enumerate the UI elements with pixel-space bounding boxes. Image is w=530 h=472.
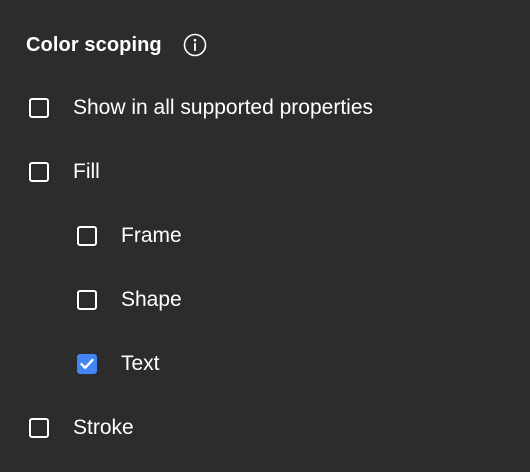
option-label: Stroke	[73, 416, 134, 439]
option-label: Text	[121, 352, 160, 375]
color-scoping-header: Color scoping	[26, 30, 207, 60]
color-scoping-panel: Color scoping Show in all supported prop…	[0, 0, 530, 472]
option-label: Fill	[73, 160, 100, 183]
checkbox[interactable]	[29, 418, 49, 438]
checkbox[interactable]	[29, 98, 49, 118]
option-label: Shape	[121, 288, 182, 311]
option-frame[interactable]: Frame	[77, 222, 182, 250]
checkbox[interactable]	[77, 226, 97, 246]
option-stroke[interactable]: Stroke	[29, 414, 134, 442]
option-shape[interactable]: Shape	[77, 286, 182, 314]
option-label: Show in all supported properties	[73, 96, 374, 119]
checkmark-icon	[80, 358, 94, 369]
checkbox[interactable]	[77, 354, 97, 374]
checkbox[interactable]	[29, 162, 49, 182]
option-text[interactable]: Text	[77, 350, 160, 378]
checkbox[interactable]	[77, 290, 97, 310]
option-fill[interactable]: Fill	[29, 158, 100, 186]
info-circle-icon[interactable]	[183, 33, 207, 57]
option-show-in-all-supported-properties[interactable]: Show in all supported properties	[29, 94, 373, 122]
section-title: Color scoping	[26, 33, 162, 56]
option-label: Frame	[121, 224, 182, 247]
